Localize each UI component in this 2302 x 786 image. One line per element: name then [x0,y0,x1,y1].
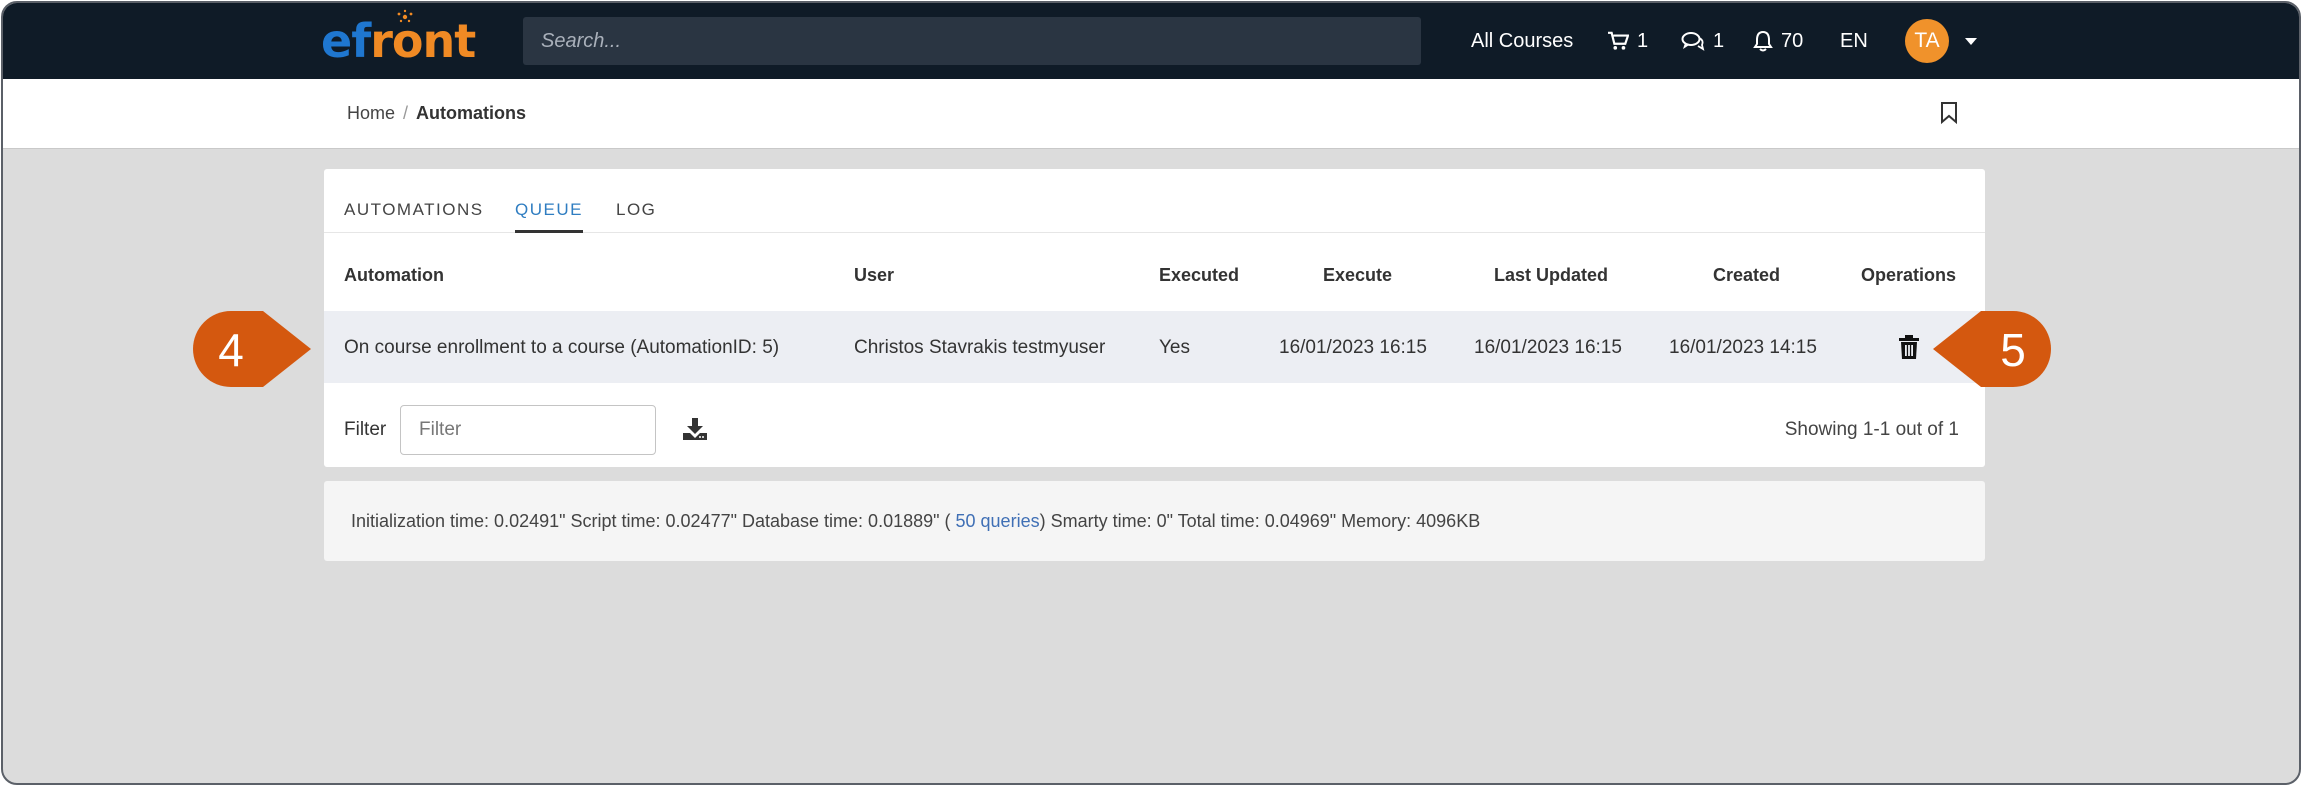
stats-prefix: Initialization time: 0.02491" Script tim… [351,511,956,531]
filter-label: Filter [344,419,387,440]
language-selector[interactable]: EN [1840,30,1868,53]
messages-button[interactable]: 1 [1681,30,1724,53]
notifications-button[interactable]: 70 [1753,30,1803,53]
all-courses-link[interactable]: All Courses [1471,30,1573,53]
column-header-last-updated[interactable]: Last Updated [1494,265,1608,286]
callout-4: 4 [193,311,313,392]
stats-suffix: ) Smarty time: 0" Total time: 0.04969" M… [1039,511,1481,531]
callout-5: 5 [1931,311,2051,392]
filter-input[interactable] [400,405,656,455]
search-input[interactable] [523,17,1421,65]
stats-text: Initialization time: 0.02491" Script tim… [351,511,1480,532]
messages-count: 1 [1713,29,1725,52]
cell-created: 16/01/2023 14:15 [1669,337,1817,358]
breadcrumb-home[interactable]: Home [347,103,395,124]
tab-automations[interactable]: AUTOMATIONS [344,200,484,220]
breadcrumb: Home / Automations [347,103,526,124]
download-icon[interactable] [682,417,708,441]
callout-4-number: 4 [218,324,244,376]
user-menu[interactable]: TA [1905,19,1977,63]
efront-logo[interactable]: efront [321,9,476,69]
breadcrumb-separator: / [403,103,409,123]
avatar: TA [1905,19,1949,63]
top-navbar: efront All Courses 1 [3,3,2299,79]
cell-user: Christos Stavrakis testmyuser [854,337,1106,358]
cart-icon [1608,31,1629,50]
cell-last-updated: 16/01/2023 16:15 [1474,337,1622,358]
notifications-count: 70 [1781,29,1804,52]
chevron-down-icon [1965,37,1977,45]
cell-execute: 16/01/2023 16:15 [1279,337,1427,358]
column-header-operations: Operations [1861,265,1957,285]
queue-card: AUTOMATIONS QUEUE LOG Automation User Ex… [324,169,1985,467]
tab-queue[interactable]: QUEUE [515,200,583,233]
callout-5-number: 5 [2000,324,2026,376]
breadcrumb-bar: Home / Automations [3,79,2299,149]
cart-count: 1 [1637,29,1649,52]
cart-button[interactable]: 1 [1607,30,1648,53]
tab-log[interactable]: LOG [616,200,656,220]
bell-icon [1753,30,1773,52]
column-header-user[interactable]: User [854,265,894,286]
breadcrumb-current: Automations [416,103,527,123]
logo-text-orange: ront [370,14,476,68]
bookmark-icon[interactable] [1939,101,1959,125]
cell-automation: On course enrollment to a course (Automa… [344,337,780,358]
performance-stats: Initialization time: 0.02491" Script tim… [324,481,1985,561]
column-header-created[interactable]: Created [1713,265,1780,286]
column-header-execute[interactable]: Execute [1323,265,1392,286]
trash-icon[interactable] [1898,334,1920,360]
cell-executed: Yes [1159,337,1190,358]
column-header-automation[interactable]: Automation [344,265,444,286]
app-frame: efront All Courses 1 [1,1,2301,785]
column-header-executed[interactable]: Executed [1159,265,1239,286]
logo-text-blue: ef [321,14,371,68]
chat-icon [1681,32,1705,51]
queries-link[interactable]: 50 queries [956,511,1040,531]
logo-sparkle-icon [397,9,413,23]
tab-bar: AUTOMATIONS QUEUE LOG [324,169,1985,233]
pagination-summary: Showing 1-1 out of 1 [1784,419,1959,440]
